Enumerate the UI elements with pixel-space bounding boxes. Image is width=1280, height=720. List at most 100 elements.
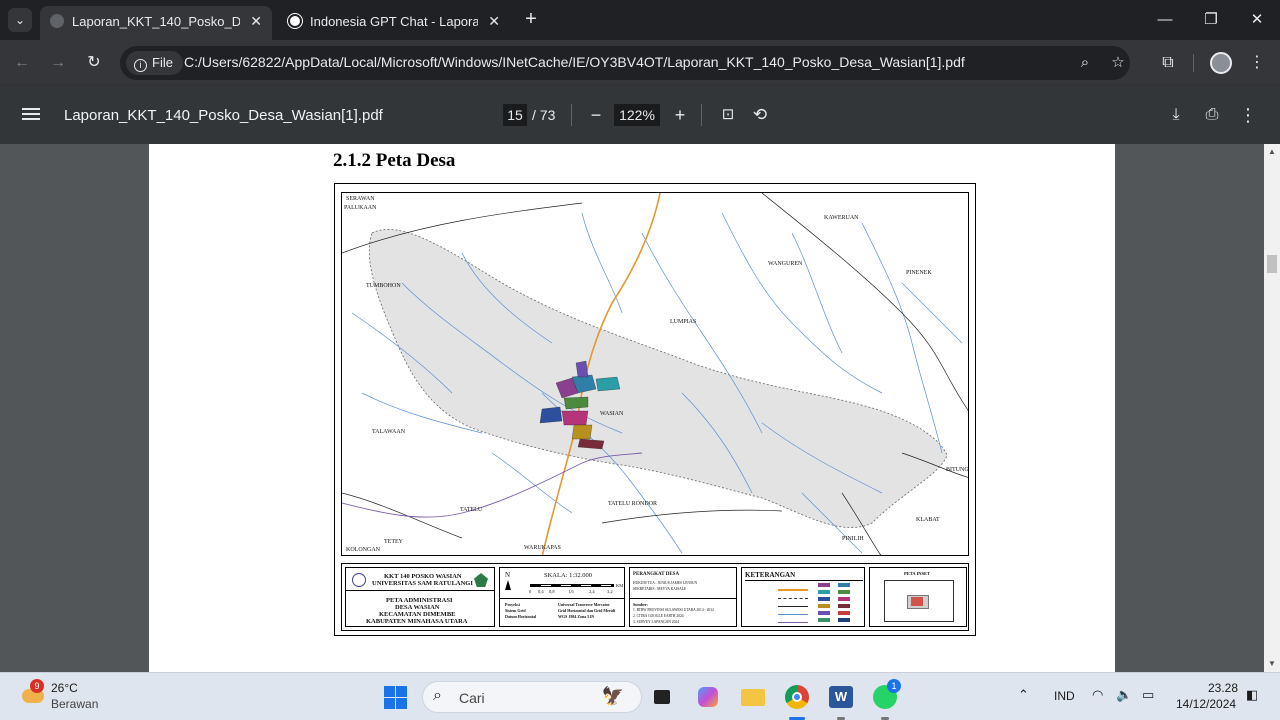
close-window-button[interactable]: ✕ (1242, 6, 1272, 34)
start-icon[interactable] (380, 681, 412, 713)
projection-key: Proyeksi (505, 602, 520, 607)
tab-gpt-chat[interactable]: Indonesia GPT Chat - Laporan KKT ✕ (278, 6, 510, 40)
tab-pdf[interactable]: Laporan_KKT_140_Posko_Desa_Wasian[1].pdf… (40, 6, 272, 40)
page-number-input[interactable]: 15 (503, 104, 527, 126)
map-title-line: KABUPATEN MINAHASA UTARA (366, 618, 468, 625)
taskbar-search[interactable]: ⌕ Cari 🦅 (422, 681, 642, 713)
print-icon[interactable]: ⎙ (1200, 103, 1224, 127)
menu-icon[interactable] (22, 105, 42, 125)
place-label: WARUKAPAS (524, 545, 561, 551)
place-label: WASIAN (600, 411, 624, 417)
institution-line: UNIVERSITAS SAM RATULANGI (372, 580, 473, 587)
place-label: TALAWAAN (372, 429, 406, 435)
weather-widget[interactable]: 9 (20, 679, 46, 707)
legend-swatch (838, 583, 850, 587)
officials-line: HUKUM TUA : JUNIUS JAMES LENSUN (633, 581, 698, 585)
tab-search-button[interactable]: ⌄ (8, 8, 32, 32)
reload-button[interactable]: ↻ (82, 51, 106, 75)
place-label: KOLONGAN (346, 547, 380, 553)
keys-title: KETERANGAN (745, 571, 796, 579)
whatsapp-icon[interactable]: 1 (869, 679, 901, 720)
minimize-button[interactable]: — (1150, 6, 1180, 34)
scroll-up-arrow[interactable]: ▲ (1264, 144, 1280, 160)
place-label: LUMPIAS (670, 319, 697, 325)
close-icon[interactable]: ✕ (250, 6, 262, 36)
place-label: SERAWAN (346, 196, 375, 202)
scale-tick: 3,2 (607, 589, 613, 594)
chrome-icon[interactable] (781, 681, 813, 720)
fit-page-icon[interactable]: ⊡ (716, 103, 740, 127)
projection-value: Grid Horizontal dan Grid Meridi (558, 608, 616, 613)
legend-swatch (838, 611, 850, 615)
sources-title: Sumber: (633, 602, 648, 607)
zoom-out-button[interactable]: − (584, 103, 608, 127)
page-total: / 73 (532, 107, 556, 123)
divider (571, 104, 572, 126)
officials-title: PERANGKAT DESA (633, 572, 680, 577)
rotate-icon[interactable]: ⟲ (748, 103, 772, 127)
language-indicator[interactable]: IND (1054, 689, 1075, 703)
notification-icon[interactable]: ◧ (1246, 687, 1258, 703)
legend-swatch (838, 597, 850, 601)
battery-icon[interactable]: ▭ (1142, 687, 1154, 703)
projection-key: Sistem Grid (505, 608, 526, 613)
back-button[interactable]: ← (10, 51, 34, 75)
map-legend: KKT 140 POSKO WASIAN UNIVERSITAS SAM RAT… (341, 563, 969, 631)
restore-button[interactable]: ❐ (1196, 6, 1226, 34)
scale-tick: 0,8 (549, 589, 555, 594)
extensions-icon[interactable]: ⧉ (1156, 51, 1180, 75)
download-icon[interactable]: ⤓ (1164, 103, 1188, 127)
file-explorer-icon[interactable] (737, 681, 769, 713)
legend-swatch (838, 590, 850, 594)
divider (500, 598, 624, 599)
site-info-chip[interactable]: i File (126, 51, 183, 75)
place-label: TATELU RONDOR (608, 501, 658, 507)
clock-date[interactable]: 14/12/2024 (1176, 697, 1236, 711)
tray-overflow-icon[interactable]: ⌃ (1018, 687, 1029, 703)
legend-swatch (818, 611, 830, 615)
browser-toolbar: ← → ↻ i File C:/Users/62822/AppData/Local… (0, 40, 1280, 86)
volume-icon[interactable]: 🔈 (1116, 687, 1132, 703)
divider (1193, 54, 1194, 72)
legend-title-block: KKT 140 POSKO WASIAN UNIVERSITAS SAM RAT… (345, 567, 495, 627)
zoom-in-button[interactable]: + (668, 103, 692, 127)
legend-scale-block: N SKALA: 1:32.000 0 0,4 0,8 1,6 2,4 3,2 … (499, 567, 625, 627)
clock-time[interactable]: 23.28 (1208, 681, 1238, 695)
legend-swatch (818, 590, 830, 594)
divider (630, 598, 736, 599)
university-logo (352, 573, 366, 587)
source-line: 1. RTRW PROVINSI SULAWESI UTARA 2014 - 2… (633, 608, 714, 612)
inset-frame (884, 580, 954, 622)
zoom-icon[interactable]: ⌕ (1075, 53, 1095, 73)
pdf-file-name: Laporan_KKT_140_Posko_Desa_Wasian[1].pdf (64, 107, 383, 124)
legend-officials-block: PERANGKAT DESA HUKUM TUA : JUNIUS JAMES … (629, 567, 737, 627)
windows-taskbar: 9 26°C Berawan ⌕ Cari 🦅 W 1 ⌃ IND ◠ 🔈 ▭ … (0, 672, 1280, 720)
profile-avatar[interactable] (1210, 52, 1232, 74)
new-tab-button[interactable]: + (520, 8, 542, 32)
chrome-menu-icon[interactable]: ⋮ (1245, 51, 1269, 75)
scale-tick: 0 (529, 589, 532, 594)
north-arrow-icon: N (505, 571, 511, 579)
forward-button[interactable]: → (46, 51, 70, 75)
bookmark-star-icon[interactable]: ☆ (1108, 53, 1128, 73)
scale-text: SKALA: 1:32.000 (544, 572, 593, 579)
address-bar[interactable]: i File C:/Users/62822/AppData/Local/Micro… (120, 46, 1130, 80)
close-icon[interactable]: ✕ (488, 6, 500, 36)
projection-key: Datum Horizontal (505, 614, 537, 619)
section-heading: 2.1.2 Peta Desa (333, 150, 456, 171)
scroll-thumb[interactable] (1267, 255, 1277, 273)
scrollbar[interactable]: ▲ ▼ (1264, 144, 1280, 672)
legend-swatch (818, 604, 830, 608)
weather-text: Berawan (51, 697, 99, 711)
zoom-level-input[interactable]: 122% (614, 104, 660, 126)
source-line: 3. SURVEY LAPANGAN 2024 (633, 620, 679, 624)
word-icon[interactable]: W (825, 681, 857, 720)
scale-unit: KM (616, 583, 624, 588)
officials-line: SEKRETARIS : MEYVA KAISALE (633, 587, 687, 591)
more-options-icon[interactable]: ⋮ (1236, 103, 1260, 127)
task-view-icon[interactable] (646, 681, 678, 713)
wifi-icon[interactable]: ◠ (1092, 687, 1103, 703)
scale-tick: 2,4 (589, 589, 595, 594)
copilot-icon[interactable] (692, 681, 724, 713)
scroll-down-arrow[interactable]: ▼ (1264, 656, 1280, 672)
